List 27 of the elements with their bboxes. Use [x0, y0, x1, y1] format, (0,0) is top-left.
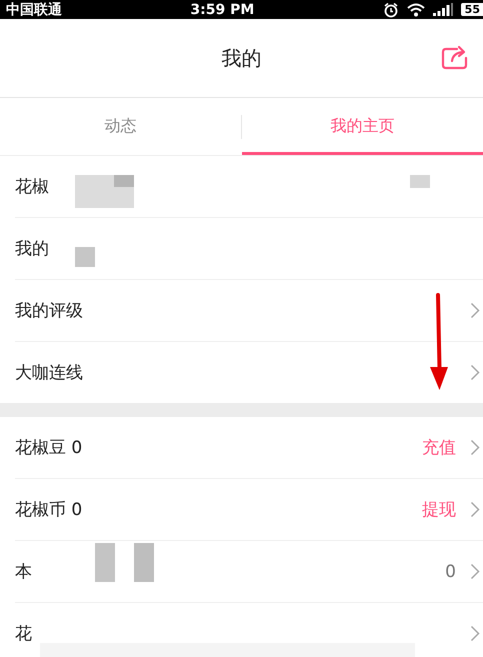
battery-level: 55 — [460, 3, 483, 16]
share-button[interactable] — [441, 44, 469, 70]
wifi-icon — [406, 2, 425, 16]
row-label: 花椒豆 0 — [15, 437, 82, 459]
signal-icon — [432, 3, 453, 16]
list-row[interactable]: 大咖连线 — [15, 342, 483, 403]
row-label: 花 — [15, 623, 32, 645]
row-label: 花椒 — [15, 176, 49, 198]
tab[interactable]: 动态 — [0, 98, 241, 155]
redaction-block — [75, 247, 95, 267]
redaction-block — [410, 175, 430, 188]
row-label: 花椒币 0 — [15, 499, 82, 521]
row-label: 大咖连线 — [15, 362, 83, 384]
page-title: 我的 — [222, 44, 262, 72]
carrier-name: 中国联通 — [6, 0, 62, 18]
status-time: 3:59 PM — [190, 2, 254, 18]
list-row[interactable]: 花椒豆 0 充值 — [15, 417, 483, 479]
redaction-block — [134, 543, 154, 582]
list-row[interactable]: 花椒币 0 提现 — [15, 479, 483, 541]
row-label: 我的 — [15, 238, 49, 260]
list-row[interactable]: 我的评级 — [15, 280, 483, 342]
redaction-block — [95, 543, 115, 582]
share-icon — [441, 44, 469, 70]
row-label: 我的评级 — [15, 300, 83, 322]
list-row[interactable]: 花 — [15, 603, 483, 657]
row-value: 0 — [445, 562, 456, 582]
row-label: 本 — [15, 561, 32, 583]
